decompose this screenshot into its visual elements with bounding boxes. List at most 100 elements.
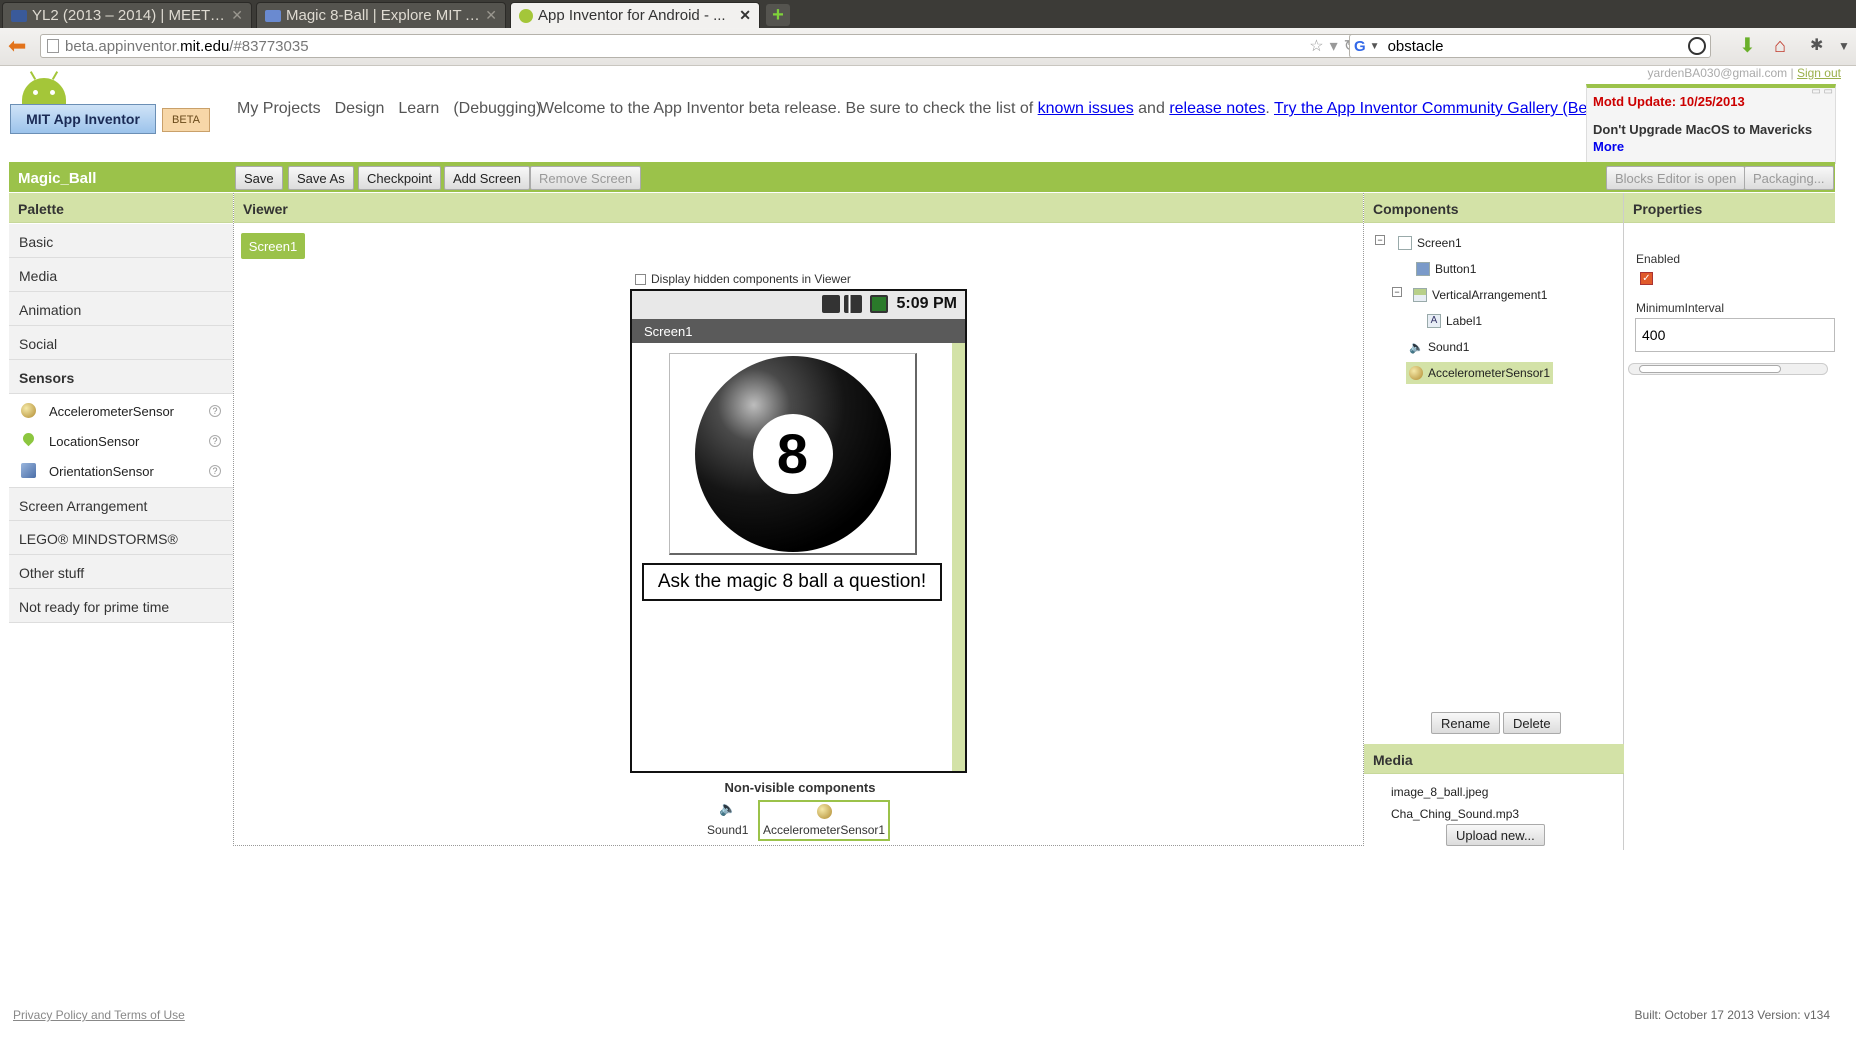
- button1-image[interactable]: 8: [669, 353, 917, 555]
- menu-chevron-icon[interactable]: ▼: [1838, 34, 1850, 58]
- properties-scrollbar[interactable]: [1628, 363, 1828, 375]
- url-host: mit.edu: [180, 37, 230, 55]
- palette-panel: Palette Basic Media Animation Social Sen…: [9, 193, 233, 630]
- app-inventor-logo[interactable]: MIT App Inventor BETA: [10, 78, 210, 142]
- new-tab-icon[interactable]: +: [766, 4, 790, 26]
- nonvisible-accelerometer1[interactable]: AccelerometerSensor1: [758, 800, 891, 841]
- collapse-screen1-icon[interactable]: −: [1375, 235, 1385, 245]
- close-tab-icon[interactable]: ✕: [485, 7, 497, 24]
- notification-icon: [822, 295, 840, 313]
- nav-debugging[interactable]: (Debugging): [453, 100, 541, 118]
- gallery-link[interactable]: Try the App Inventor Community Gallery (…: [1274, 100, 1606, 117]
- chevron-down-icon[interactable]: ▼: [1370, 41, 1380, 52]
- save-as-button[interactable]: Save As: [288, 166, 354, 190]
- tree-label1[interactable]: A Label1: [1424, 310, 1485, 332]
- site-favicon-icon: [265, 9, 281, 22]
- location-pin-icon: [20, 430, 37, 447]
- tree-accelerometer1[interactable]: AccelerometerSensor1: [1406, 362, 1554, 384]
- release-notes-link[interactable]: release notes: [1169, 100, 1265, 117]
- screen-selector[interactable]: Screen1: [241, 233, 305, 259]
- sign-out-link[interactable]: Sign out: [1797, 66, 1841, 80]
- viewer-title: Viewer: [234, 193, 1363, 223]
- hidden-components-checkbox[interactable]: [635, 273, 646, 285]
- media-file-image[interactable]: image_8_ball.jpeg: [1391, 785, 1488, 799]
- palette-category-basic[interactable]: Basic: [9, 224, 233, 258]
- checkpoint-button[interactable]: Checkpoint: [358, 166, 442, 190]
- delete-button[interactable]: Delete: [1503, 712, 1561, 734]
- nav-learn[interactable]: Learn: [398, 100, 439, 118]
- label1-text[interactable]: Ask the magic 8 ball a question!: [642, 563, 942, 601]
- nonvisible-sound1[interactable]: 🔈 Sound1: [707, 800, 748, 837]
- palette-category-media[interactable]: Media: [9, 258, 233, 292]
- project-name: Magic_Ball: [18, 170, 97, 187]
- upload-new-button[interactable]: Upload new...: [1446, 824, 1545, 846]
- known-issues-link[interactable]: known issues: [1038, 100, 1134, 117]
- minimum-interval-input[interactable]: 400: [1635, 318, 1835, 352]
- android-favicon-icon: [519, 8, 533, 23]
- tree-sound1[interactable]: 🔈 Sound1: [1406, 336, 1472, 358]
- palette-category-other[interactable]: Other stuff: [9, 555, 233, 589]
- palette-category-screen-arrangement[interactable]: Screen Arrangement: [9, 487, 233, 521]
- remove-screen-button[interactable]: Remove Screen: [530, 166, 642, 190]
- close-tab-icon[interactable]: ✕: [739, 7, 751, 24]
- back-arrow-icon[interactable]: ⬅: [8, 35, 26, 57]
- speaker-icon: 🔈: [718, 800, 737, 816]
- motd-more-link[interactable]: More: [1593, 139, 1624, 154]
- nav-my-projects[interactable]: My Projects: [237, 100, 321, 118]
- tree-vertical-arrangement1[interactable]: VerticalArrangement1: [1410, 284, 1550, 306]
- address-bar[interactable]: beta.appinventor. mit.edu/#83773035 ☆▾↻: [40, 34, 1370, 58]
- media-file-sound[interactable]: Cha_Ching_Sound.mp3: [1391, 807, 1519, 821]
- palette-category-lego[interactable]: LEGO® MINDSTORMS®: [9, 521, 233, 555]
- palette-category-animation[interactable]: Animation: [9, 292, 233, 326]
- signal-icon: [844, 295, 862, 313]
- help-icon[interactable]: ?: [209, 405, 221, 417]
- packaging-button[interactable]: Packaging...: [1744, 166, 1834, 190]
- beta-badge: BETA: [162, 108, 210, 132]
- browser-tab-bar: YL2 (2013 – 2014) | MEET St... ✕ Magic 8…: [0, 0, 1856, 28]
- nonvisible-title: Non-visible components: [724, 780, 876, 795]
- nav-design[interactable]: Design: [335, 100, 385, 118]
- palette-item-orientation[interactable]: OrientationSensor ?: [9, 456, 233, 486]
- palette-item-location[interactable]: LocationSensor ?: [9, 426, 233, 456]
- browser-tab-1[interactable]: YL2 (2013 – 2014) | MEET St... ✕: [2, 2, 252, 28]
- blocks-editor-button[interactable]: Blocks Editor is open: [1606, 166, 1746, 190]
- project-toolbar: Magic_Ball Save Save As Checkpoint Add S…: [9, 162, 1835, 192]
- save-button[interactable]: Save: [235, 166, 283, 190]
- tab-title: App Inventor for Android - ...: [538, 7, 726, 24]
- close-tab-icon[interactable]: ✕: [231, 7, 243, 24]
- battery-icon: [870, 295, 888, 313]
- palette-category-sensors[interactable]: Sensors: [9, 360, 233, 394]
- palette-category-not-ready[interactable]: Not ready for prime time: [9, 589, 233, 623]
- search-engine-icon[interactable]: G: [1354, 38, 1366, 55]
- rename-button[interactable]: Rename: [1431, 712, 1501, 734]
- app-header: MIT App Inventor BETA My Projects Design…: [0, 66, 1856, 164]
- help-icon[interactable]: ?: [209, 465, 221, 477]
- motd-body: Don't Upgrade MacOS to Mavericks More: [1593, 122, 1813, 154]
- motd-title: Motd Update: 10/25/2013: [1593, 94, 1745, 109]
- help-icon[interactable]: ?: [209, 435, 221, 447]
- palette-category-social[interactable]: Social: [9, 326, 233, 360]
- add-screen-button[interactable]: Add Screen: [444, 166, 530, 190]
- search-bar[interactable]: G ▼ obstacle: [1349, 34, 1711, 58]
- extension-icon[interactable]: ✱: [1810, 34, 1823, 58]
- url-prefix: beta.appinventor.: [65, 37, 181, 55]
- tree-button1[interactable]: Button1: [1413, 258, 1479, 280]
- privacy-link[interactable]: Privacy Policy and Terms of Use: [13, 1008, 185, 1022]
- top-nav: My Projects Design Learn (Debugging): [237, 100, 541, 118]
- search-icon[interactable]: [1688, 37, 1706, 55]
- download-icon[interactable]: ⬇: [1739, 34, 1756, 58]
- tree-screen1[interactable]: Screen1: [1395, 232, 1465, 254]
- collapse-vertical-arrangement-icon[interactable]: −: [1392, 287, 1402, 297]
- enabled-checkbox[interactable]: ✓: [1640, 272, 1653, 285]
- motd-window-controls-icon[interactable]: ▭ ▭: [1811, 86, 1833, 97]
- logo-text: MIT App Inventor: [10, 104, 156, 134]
- phone-scrollbar[interactable]: [952, 343, 965, 771]
- palette-item-accelerometer[interactable]: AccelerometerSensor ?: [9, 396, 233, 426]
- search-input[interactable]: obstacle: [1388, 38, 1444, 55]
- speaker-icon: 🔈: [1409, 340, 1424, 354]
- home-icon[interactable]: ⌂: [1774, 34, 1786, 58]
- display-hidden-toggle[interactable]: Display hidden components in Viewer: [635, 272, 851, 286]
- browser-tab-2[interactable]: Magic 8-Ball | Explore MIT A... ✕: [256, 2, 506, 28]
- media-title: Media: [1364, 744, 1624, 774]
- browser-tab-3[interactable]: App Inventor for Android - ... ✕: [510, 2, 760, 28]
